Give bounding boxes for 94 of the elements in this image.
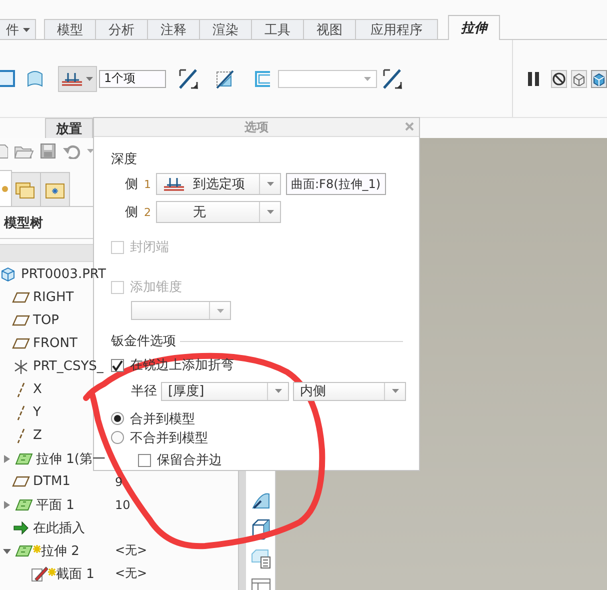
caret-icon	[274, 388, 282, 394]
field-label: 侧	[125, 176, 138, 193]
shaded-preview-button[interactable]	[591, 70, 607, 88]
tree-item-label[interactable]: Z	[33, 428, 42, 443]
tree-item-label[interactable]: 拉伸 2	[41, 542, 80, 560]
file-menu[interactable]: 件	[0, 19, 36, 39]
thicken-icon[interactable]	[214, 68, 234, 88]
navigator-tab[interactable]	[40, 172, 70, 206]
stacked-folders-icon	[15, 180, 37, 200]
section-label: 深度	[111, 151, 138, 168]
undo-icon[interactable]	[62, 143, 80, 159]
ribbon-tab[interactable]: 视图	[304, 19, 356, 39]
checkbox-label: 封闭端	[130, 239, 169, 256]
radio-button[interactable]	[111, 412, 124, 425]
depth-type-button[interactable]	[58, 66, 97, 92]
ribbon-tab[interactable]: 分析	[96, 19, 148, 39]
solid-icon[interactable]	[0, 68, 18, 90]
pencil-icon	[30, 564, 48, 582]
ribbon-tab[interactable]: 应用程序	[356, 19, 438, 39]
side-number: 1	[144, 178, 152, 190]
depth-to-selected-icon	[163, 177, 185, 191]
surface-icon[interactable]	[26, 68, 44, 88]
tree-value-text: 9	[114, 474, 123, 488]
tree-item-label[interactable]: 在此插入	[33, 518, 85, 536]
depth-to-selected-icon	[61, 70, 83, 86]
side-number: 2	[144, 206, 152, 218]
cancel-button[interactable]	[551, 70, 567, 88]
caret-icon[interactable]	[86, 148, 95, 154]
checkbox-label: 保留合并边	[157, 452, 222, 469]
radio-button[interactable]	[111, 431, 124, 444]
shaded-box-icon	[592, 72, 606, 86]
checkmark-icon	[112, 360, 123, 370]
section-label: 钣金件选项	[111, 333, 176, 350]
tree-value-text: <无>	[114, 542, 148, 559]
tree-item-label[interactable]: PRT0003.PRT	[21, 267, 106, 282]
preview-button[interactable]	[571, 70, 587, 88]
tree-value-text: 10	[114, 498, 130, 512]
ribbon-tab[interactable]: 工具	[252, 19, 304, 39]
dialog-title: 选项	[244, 118, 268, 136]
expand-arrow-icon[interactable]	[3, 500, 11, 508]
caret-icon	[266, 181, 274, 187]
bend-side-dropdown[interactable]: 内侧	[293, 382, 406, 400]
tree-item-label[interactable]: X	[33, 382, 42, 397]
layout-icon[interactable]	[250, 578, 270, 590]
tree-item-label[interactable]: 截面 1	[56, 564, 94, 582]
checkbox[interactable]	[138, 454, 151, 466]
depth-value-field[interactable]: 1个项	[99, 70, 166, 88]
ribbon-tab[interactable]: 模型	[44, 19, 96, 39]
ribbon-tab[interactable]: 拉伸	[448, 15, 500, 40]
radio-label: 不合并到模型	[130, 430, 208, 446]
caret-icon	[22, 26, 31, 32]
depth-dropdown[interactable]: 到选定项	[156, 173, 281, 195]
caret-icon	[363, 76, 372, 82]
depth-dropdown[interactable]: 无	[156, 201, 281, 223]
tree-item-label[interactable]: 拉伸 1(第一	[36, 450, 106, 468]
tree-item-label[interactable]: FRONT	[33, 336, 78, 351]
tree-item-label[interactable]: PRT_CSYS_	[33, 359, 104, 374]
tree-item-label[interactable]: Y	[33, 405, 41, 420]
box-list-icon[interactable]	[250, 548, 272, 570]
sheetmetal-icon[interactable]	[254, 70, 272, 88]
radius-dropdown[interactable]: [厚度]	[161, 382, 289, 400]
tree-item-label[interactable]: RIGHT	[33, 290, 74, 305]
reference-field[interactable]: 曲面:F8(拉伸_1)	[286, 173, 386, 195]
caret-icon	[390, 388, 400, 394]
ribbon-tab[interactable]: 渲染	[200, 19, 252, 39]
checkbox-label: 添加锥度	[130, 279, 182, 296]
arrow-icon	[12, 518, 30, 536]
field-label: 侧	[125, 204, 138, 221]
expand-arrow-icon[interactable]	[3, 546, 11, 554]
tree-value-text: <无>	[114, 565, 148, 582]
expand-arrow-icon[interactable]	[3, 454, 11, 462]
caret-icon	[85, 76, 94, 82]
panel-tab[interactable]: 放置	[45, 118, 93, 138]
save-icon[interactable]	[40, 143, 56, 159]
wireframe-box-icon	[572, 72, 586, 86]
radio-label: 合并到模型	[130, 410, 195, 428]
flip-direction-icon[interactable]	[176, 66, 200, 90]
flip-direction-icon[interactable]	[381, 66, 404, 90]
navigator-tab[interactable]	[11, 172, 41, 206]
navigator-tab[interactable]	[0, 170, 12, 206]
coordinate-system-icon	[12, 358, 30, 376]
checkbox[interactable]	[111, 358, 124, 372]
panel-title: 模型树	[2, 214, 43, 232]
caret-icon	[266, 209, 274, 215]
ribbon-tab[interactable]: 注释	[148, 19, 200, 39]
new-file-icon[interactable]	[0, 143, 8, 159]
field-label: 半径	[131, 383, 157, 400]
caret-icon	[216, 308, 224, 314]
tree-item-label[interactable]: 平面 1	[36, 496, 74, 514]
no-entry-icon	[552, 72, 566, 86]
pause-icon[interactable]	[527, 70, 541, 86]
close-icon[interactable]	[405, 122, 414, 131]
tree-item-label[interactable]: DTM1	[33, 474, 70, 489]
tree-item-label[interactable]: TOP	[33, 313, 60, 328]
